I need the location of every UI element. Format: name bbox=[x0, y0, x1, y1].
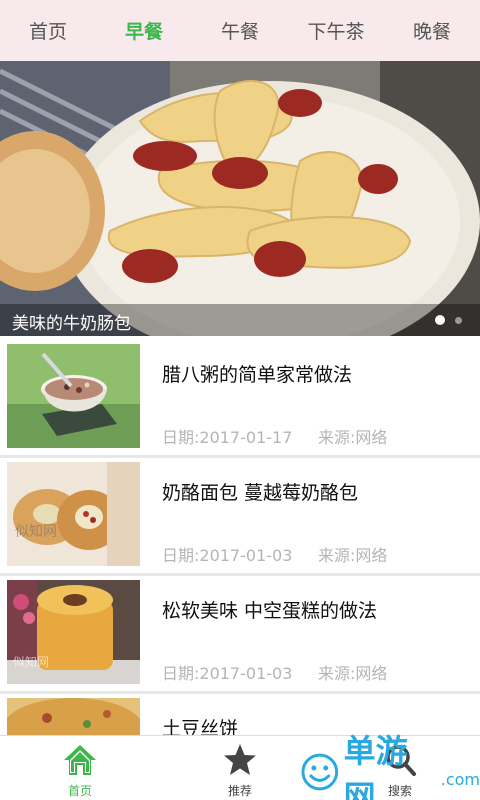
list-item[interactable]: 似知网 松软美味 中空蛋糕的做法 日期:2017-01-03 来源:网络 bbox=[0, 576, 480, 694]
article-source: 来源:网络 bbox=[318, 664, 388, 683]
banner-image bbox=[0, 61, 480, 336]
carousel-indicator bbox=[435, 315, 462, 325]
article-title: 松软美味 中空蛋糕的做法 bbox=[162, 600, 378, 622]
svg-text:似知网: 似知网 bbox=[15, 523, 57, 540]
tab-dinner[interactable]: 晚餐 bbox=[384, 0, 480, 61]
carousel-dot-active[interactable] bbox=[435, 315, 445, 325]
article-thumbnail: 似知网 bbox=[7, 462, 140, 566]
home-icon bbox=[64, 745, 96, 775]
nav-home-label: 首页 bbox=[67, 784, 92, 798]
list-item[interactable]: 似知网 奶酪面包 蔓越莓奶酪包 日期:2017-01-03 来源:网络 bbox=[0, 458, 480, 576]
article-date: 日期:2017-01-03 bbox=[162, 546, 293, 565]
list-item[interactable]: 腊八粥的简单家常做法 日期:2017-01-17 来源:网络 bbox=[0, 340, 480, 458]
watermark-suffix: .com bbox=[440, 769, 480, 789]
article-thumbnail: 似知网 bbox=[7, 580, 140, 684]
article-thumbnail bbox=[7, 344, 140, 448]
carousel-dot[interactable] bbox=[455, 316, 462, 324]
nav-recommend-label: 推荐 bbox=[227, 784, 252, 798]
tab-lunch[interactable]: 午餐 bbox=[192, 0, 288, 61]
article-source: 来源:网络 bbox=[318, 546, 388, 565]
article-source: 来源:网络 bbox=[318, 428, 388, 447]
svg-text:似知网: 似知网 bbox=[13, 655, 49, 669]
smiley-logo-icon bbox=[301, 753, 339, 791]
article-title: 奶酪面包 蔓越莓奶酪包 bbox=[162, 482, 359, 504]
banner-caption: 美味的牛奶肠包 bbox=[12, 314, 131, 334]
site-watermark: 单游网 .com bbox=[300, 732, 480, 800]
star-icon bbox=[224, 744, 256, 775]
nav-recommend[interactable]: 推荐 bbox=[160, 736, 320, 800]
watermark-text: 单游网 bbox=[343, 732, 408, 800]
tab-home[interactable]: 首页 bbox=[0, 0, 96, 61]
article-date: 日期:2017-01-03 bbox=[162, 664, 293, 683]
tab-breakfast[interactable]: 早餐 bbox=[96, 0, 192, 61]
nav-home[interactable]: 首页 bbox=[0, 736, 160, 800]
tab-afternoon-tea[interactable]: 下午茶 bbox=[288, 0, 384, 61]
category-tab-bar: 首页 早餐 午餐 下午茶 晚餐 bbox=[0, 0, 480, 61]
banner-carousel[interactable]: 美味的牛奶肠包 bbox=[0, 61, 480, 336]
article-date: 日期:2017-01-17 bbox=[162, 428, 293, 447]
banner-caption-bar: 美味的牛奶肠包 bbox=[0, 304, 480, 336]
article-title: 腊八粥的简单家常做法 bbox=[162, 364, 353, 386]
